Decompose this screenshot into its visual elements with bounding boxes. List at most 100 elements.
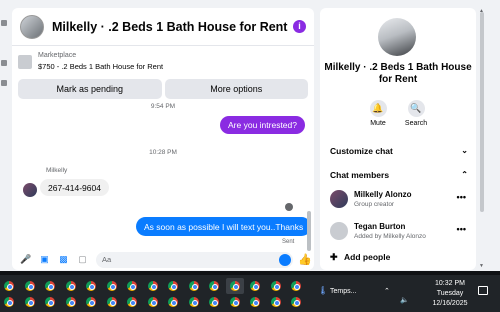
chrome-icon[interactable] xyxy=(106,297,117,307)
chrome-icon[interactable] xyxy=(229,281,240,291)
chrome-icon[interactable] xyxy=(168,297,178,307)
emoji-icon[interactable] xyxy=(279,253,291,266)
sent-status: Sent xyxy=(282,239,295,245)
member-item[interactable]: Tegan Burton Added by Milkelly Alonzo ••… xyxy=(330,220,468,242)
message-input[interactable]: Aa xyxy=(96,251,293,268)
timestamp: 9:54 PM xyxy=(150,103,176,110)
sender-name: Milkelly xyxy=(46,167,68,174)
sender-avatar[interactable] xyxy=(23,183,37,197)
chrome-icon[interactable] xyxy=(24,297,35,307)
conversation-title: Milkelly · .2 Beds 1 Bath House for Rent xyxy=(324,62,472,85)
message-scrollbar[interactable] xyxy=(307,211,311,251)
edge-icon[interactable] xyxy=(1,80,7,86)
chrome-icon[interactable] xyxy=(270,281,281,291)
search-button[interactable]: 🔍 Search xyxy=(396,100,436,127)
marketplace-label: Marketplace xyxy=(38,52,77,59)
clock-day: Tuesday xyxy=(436,290,464,297)
chat-header: Milkelly · .2 Beds 1 Bath House for Rent… xyxy=(12,8,314,46)
chrome-icon[interactable] xyxy=(127,281,137,291)
add-person-icon: ✚ xyxy=(330,252,338,262)
message-outgoing[interactable]: As soon as possible I will text you..Tha… xyxy=(136,217,312,236)
chat-members-label: Chat members xyxy=(330,170,390,180)
scrollbar-thumb[interactable] xyxy=(480,12,484,212)
chrome-icon[interactable] xyxy=(291,297,301,307)
search-icon: 🔍 xyxy=(407,100,425,117)
search-label: Search xyxy=(404,120,428,127)
chrome-icon[interactable] xyxy=(86,297,96,307)
input-placeholder: Aa xyxy=(102,255,112,264)
chrome-icon[interactable] xyxy=(270,297,281,307)
chat-title[interactable]: Milkelly · .2 Beds 1 Bath House for Rent xyxy=(52,20,287,34)
sticker-icon[interactable]: ▩ xyxy=(58,254,69,265)
left-edge-strip xyxy=(0,0,8,270)
clock-time: 10:32 PM xyxy=(435,280,465,287)
member-role: Added by Milkelly Alonzo xyxy=(354,233,426,240)
more-options-button[interactable]: More options xyxy=(164,79,308,99)
message-outgoing[interactable]: Are you intrested? xyxy=(220,116,305,134)
chrome-icon[interactable] xyxy=(127,297,137,307)
chat-members-row[interactable]: Chat members ⌃ xyxy=(330,170,468,180)
mute-button[interactable]: 🔔 Mute xyxy=(358,100,398,127)
chrome-icon[interactable] xyxy=(65,297,76,307)
message-list[interactable]: 9:54 PM Are you intrested? 10:28 PM Milk… xyxy=(12,101,314,251)
customize-chat-row[interactable]: Customize chat ⌄ xyxy=(330,146,468,156)
chrome-icon[interactable] xyxy=(86,281,96,291)
info-icon[interactable]: i xyxy=(293,20,306,33)
chrome-icon[interactable] xyxy=(168,281,178,291)
chrome-icon[interactable] xyxy=(45,297,55,307)
seen-avatar-icon xyxy=(285,203,293,211)
mute-label: Mute xyxy=(370,120,386,127)
speaker-icon[interactable]: 🔈 xyxy=(400,296,409,304)
chrome-icon[interactable] xyxy=(4,281,14,291)
chevron-down-icon: ⌄ xyxy=(461,146,468,155)
weather-widget[interactable]: Temps... xyxy=(330,288,356,295)
edge-icon[interactable] xyxy=(1,60,7,66)
listing-actions: Mark as pending More options xyxy=(18,79,308,99)
thumbs-up-icon[interactable]: 👍 xyxy=(298,254,312,266)
chrome-icon[interactable] xyxy=(229,297,240,307)
marketplace-listing[interactable]: Marketplace $750 - .2 Beds 1 Bath House … xyxy=(18,51,308,73)
more-icon[interactable]: ••• xyxy=(457,224,466,234)
more-icon[interactable]: ••• xyxy=(457,192,466,202)
chevron-up-icon: ⌃ xyxy=(461,170,468,179)
composer-bar: 🎤 ▣ ▩ ▢ Aa 👍 xyxy=(12,249,314,270)
chat-avatar[interactable] xyxy=(20,14,44,39)
chrome-icon[interactable] xyxy=(188,297,199,307)
image-icon[interactable]: ▣ xyxy=(39,254,50,265)
chrome-icon[interactable] xyxy=(4,297,14,307)
member-avatar xyxy=(330,190,348,208)
customize-chat-label: Customize chat xyxy=(330,146,393,156)
add-people-button[interactable]: ✚ Add people xyxy=(330,252,390,263)
member-avatar xyxy=(330,222,348,240)
system-clock[interactable]: 10:32 PM Tuesday 12/16/2025 xyxy=(428,279,472,309)
timestamp: 10:28 PM xyxy=(149,149,177,156)
chevron-up-icon[interactable]: ⌃ xyxy=(384,287,390,295)
edge-icon[interactable] xyxy=(1,20,7,26)
chrome-icon[interactable] xyxy=(250,297,260,307)
message-incoming[interactable]: 267-414-9604 xyxy=(40,179,109,196)
chrome-icon[interactable] xyxy=(147,281,158,291)
chrome-icon[interactable] xyxy=(209,297,219,307)
chrome-icon[interactable] xyxy=(45,281,55,291)
chrome-icon[interactable] xyxy=(24,281,35,291)
messenger-window: Milkelly · .2 Beds 1 Bath House for Rent… xyxy=(0,0,500,312)
chat-panel: Milkelly · .2 Beds 1 Bath House for Rent… xyxy=(12,8,314,270)
member-item[interactable]: Milkelly Alonzo Group creator ••• xyxy=(330,188,468,210)
mark-pending-button[interactable]: Mark as pending xyxy=(18,79,162,99)
chrome-icon[interactable] xyxy=(250,281,260,291)
page-scrollbar[interactable]: ▲ ▼ xyxy=(478,8,486,270)
chrome-icon[interactable] xyxy=(147,297,158,307)
scroll-down-icon[interactable]: ▼ xyxy=(479,263,484,269)
notification-icon[interactable] xyxy=(478,286,488,295)
chrome-icon[interactable] xyxy=(106,281,117,291)
member-role: Group creator xyxy=(354,201,395,208)
add-people-label: Add people xyxy=(344,252,391,262)
conversation-avatar xyxy=(378,18,416,56)
chrome-icon[interactable] xyxy=(188,281,199,291)
microphone-icon[interactable]: 🎤 xyxy=(20,254,31,265)
chrome-icon[interactable] xyxy=(209,281,219,291)
chrome-icon[interactable] xyxy=(291,281,301,291)
bell-icon: 🔔 xyxy=(369,100,387,117)
chrome-icon[interactable] xyxy=(65,281,76,291)
gif-icon[interactable]: ▢ xyxy=(77,254,88,265)
